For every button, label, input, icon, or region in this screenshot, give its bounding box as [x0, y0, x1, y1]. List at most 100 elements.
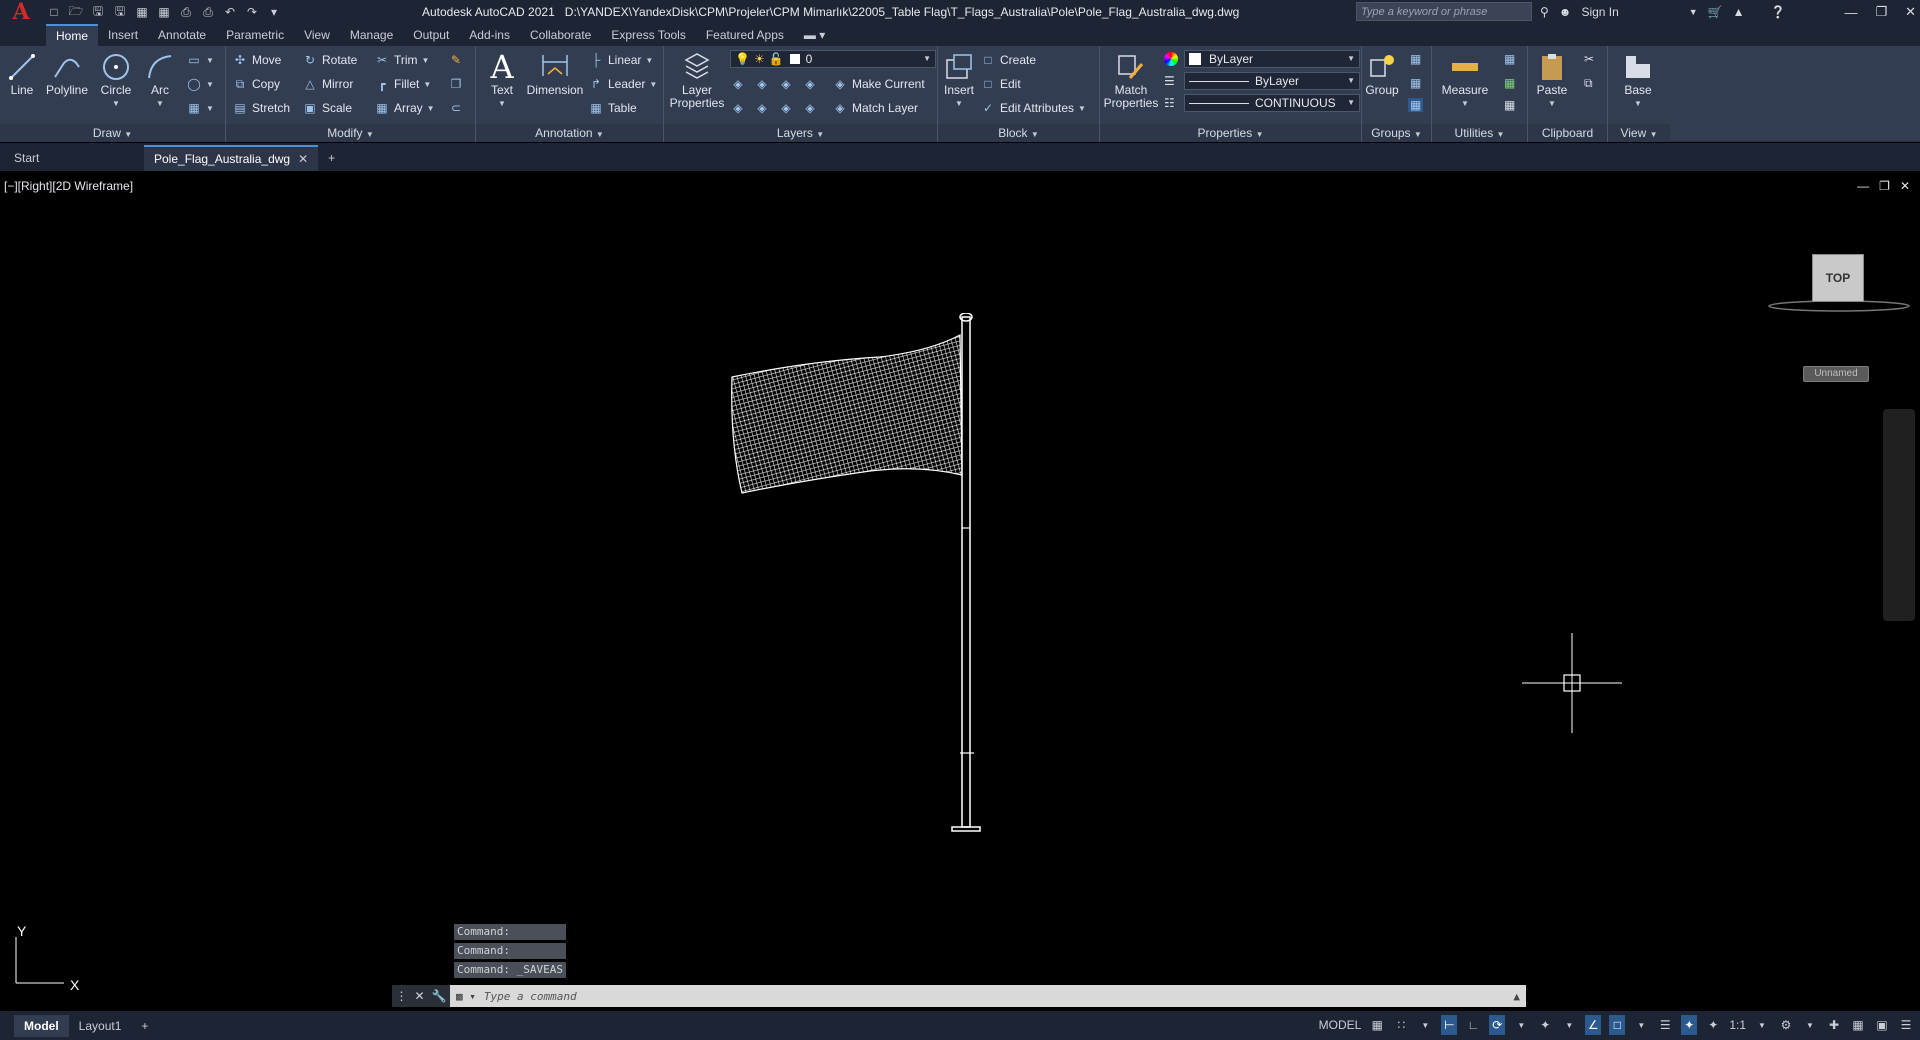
layer-thaw-icon[interactable]: ◈: [778, 100, 794, 116]
customization-menu-icon[interactable]: ☰: [1898, 1015, 1914, 1035]
rectangle-button[interactable]: ▭ ▼: [186, 50, 214, 70]
annotation-autoscale-icon[interactable]: ✦: [1705, 1015, 1721, 1035]
make-current-button[interactable]: ◈ Make Current: [832, 74, 924, 94]
layer-unlock-icon[interactable]: ◈: [802, 100, 818, 116]
panel-properties-title[interactable]: Properties ▼: [1100, 124, 1361, 142]
match-layer-button[interactable]: ◈ Match Layer: [832, 98, 918, 118]
color-wheel-icon[interactable]: [1164, 52, 1178, 66]
calculator-icon[interactable]: ▦: [1504, 98, 1515, 112]
object-snap-icon[interactable]: □: [1609, 1015, 1626, 1035]
autocad-logo[interactable]: A: [0, 0, 42, 25]
viewport-minimize-icon[interactable]: —: [1857, 179, 1869, 193]
copy-button[interactable]: ⧉ Copy: [232, 74, 280, 94]
restore-icon[interactable]: ❐: [1875, 4, 1887, 20]
linear-button[interactable]: ├ Linear ▼: [588, 50, 654, 70]
group-button[interactable]: Group: [1364, 50, 1400, 97]
chevron-down-icon[interactable]: ▼: [1634, 97, 1642, 110]
panel-block-title[interactable]: Block ▼: [938, 124, 1099, 142]
chevron-down-icon[interactable]: ▼: [1802, 1015, 1818, 1035]
search-input[interactable]: Type a keyword or phrase: [1356, 2, 1532, 21]
new-tab-button[interactable]: +: [318, 145, 345, 171]
layer-on-icon[interactable]: ◈: [730, 100, 746, 116]
print-icon[interactable]: ⎙: [200, 5, 216, 19]
tab-insert[interactable]: Insert: [98, 24, 148, 46]
polar-tracking-icon[interactable]: ⟳: [1489, 1015, 1506, 1035]
units-icon[interactable]: ▦: [1850, 1015, 1866, 1035]
panel-utilities-title[interactable]: Utilities ▼: [1432, 124, 1527, 142]
infer-constraints-icon[interactable]: ⊢: [1441, 1015, 1458, 1035]
match-properties-button[interactable]: Match Properties: [1102, 50, 1160, 110]
tab-view[interactable]: View: [294, 24, 340, 46]
quick-select-icon[interactable]: ▦: [1504, 52, 1515, 66]
arc-button[interactable]: Arc ▼: [142, 50, 178, 110]
layer-off-icon[interactable]: ◈: [730, 76, 746, 92]
stretch-button[interactable]: ▤ Stretch: [232, 98, 290, 118]
boundary-button[interactable]: ▦ ▼: [186, 98, 214, 118]
cut-icon[interactable]: ✂: [1584, 52, 1594, 66]
layer-dropdown[interactable]: 💡 ☀ 🔓 0 ▼: [730, 50, 936, 68]
grip-handle-icon[interactable]: ⋮: [395, 989, 407, 1003]
annotation-scale-value[interactable]: 1:1: [1729, 1015, 1746, 1035]
scale-button[interactable]: ▣ Scale: [302, 98, 352, 118]
select-all-icon[interactable]: ▦: [1504, 76, 1515, 90]
polyline-button[interactable]: Polyline: [42, 50, 92, 97]
ungroup-icon[interactable]: ▦: [1410, 52, 1421, 66]
panel-clipboard-title[interactable]: Clipboard: [1528, 124, 1607, 142]
close-command-icon[interactable]: ✕: [414, 989, 424, 1003]
mirror-button[interactable]: △ Mirror: [302, 74, 353, 94]
layer-lock-icon[interactable]: ◈: [802, 76, 818, 92]
close-icon[interactable]: ✕: [1905, 4, 1916, 20]
text-button[interactable]: A Text ▼: [484, 50, 520, 110]
chevron-down-icon[interactable]: ▼: [1633, 1015, 1649, 1035]
tab-output[interactable]: Output: [403, 24, 459, 46]
terminal-icon[interactable]: ▩ ▾: [456, 990, 476, 1003]
clean-screen-icon[interactable]: ▣: [1874, 1015, 1890, 1035]
trim-button[interactable]: ✂ Trim ▼: [374, 50, 430, 70]
panel-layers-title[interactable]: Layers ▼: [664, 124, 937, 142]
measure-button[interactable]: Measure ▼: [1436, 50, 1494, 110]
hatch-button[interactable]: ◯ ▼: [186, 74, 214, 94]
annotation-monitor-icon[interactable]: ✚: [1826, 1015, 1842, 1035]
explode-button[interactable]: ❐: [448, 74, 464, 94]
tab-featured-apps[interactable]: Featured Apps: [696, 24, 794, 46]
insert-button[interactable]: Insert ▼: [942, 50, 976, 110]
open-folder-icon[interactable]: 🗁: [68, 4, 84, 19]
layer-unisolate-icon[interactable]: ◈: [754, 100, 770, 116]
tab-collaborate[interactable]: Collaborate: [520, 24, 601, 46]
edit-attributes-button[interactable]: ✓ Edit Attributes ▼: [980, 98, 1086, 118]
chevron-down-icon[interactable]: ▼: [1689, 7, 1698, 17]
open-web-icon[interactable]: ▦: [134, 5, 150, 19]
chevron-down-icon[interactable]: ▼: [955, 97, 963, 110]
new-file-icon[interactable]: □: [46, 5, 62, 19]
move-button[interactable]: ✣ Move: [232, 50, 281, 70]
layer-isolate-icon[interactable]: ◈: [754, 76, 770, 92]
rotate-button[interactable]: ↻ Rotate: [302, 50, 357, 70]
save-web-icon[interactable]: ▦: [156, 5, 172, 19]
chevron-down-icon[interactable]: ▼: [498, 97, 506, 110]
annotation-visibility-icon[interactable]: ✦: [1681, 1015, 1698, 1035]
line-button[interactable]: Line: [4, 50, 40, 97]
undo-icon[interactable]: ↶: [222, 5, 238, 19]
tab-layout1[interactable]: Layout1: [69, 1015, 132, 1037]
history-up-icon[interactable]: ▲: [1513, 990, 1520, 1003]
user-icon[interactable]: ☻: [1559, 5, 1572, 19]
object-snap-tracking-icon[interactable]: ∠: [1585, 1015, 1602, 1035]
create-block-button[interactable]: □ Create: [980, 50, 1036, 70]
array-button[interactable]: ▦ Array ▼: [374, 98, 434, 118]
minimize-icon[interactable]: —: [1844, 5, 1857, 20]
autodesk-app-icon[interactable]: ▲: [1733, 5, 1745, 19]
flag-mesh[interactable]: [731, 334, 963, 494]
plot-icon[interactable]: ⎙: [178, 5, 194, 19]
panel-draw-title[interactable]: Draw ▼: [0, 124, 225, 142]
chevron-down-icon[interactable]: ▼: [1561, 1015, 1577, 1035]
linetype-dropdown[interactable]: CONTINUOUS ▼: [1184, 94, 1360, 112]
sign-in-button[interactable]: Sign In: [1581, 5, 1618, 19]
layer-properties-button[interactable]: Layer Properties: [668, 50, 726, 110]
dimension-button[interactable]: Dimension: [524, 50, 586, 97]
tab-annotate[interactable]: Annotate: [148, 24, 216, 46]
ortho-icon[interactable]: ∟: [1465, 1015, 1481, 1035]
linetype-icon[interactable]: ☷: [1164, 96, 1175, 110]
chevron-down-icon[interactable]: ▼: [1461, 97, 1469, 110]
leader-button[interactable]: ↱ Leader ▼: [588, 74, 657, 94]
panel-annotation-title[interactable]: Annotation ▼: [476, 124, 663, 142]
